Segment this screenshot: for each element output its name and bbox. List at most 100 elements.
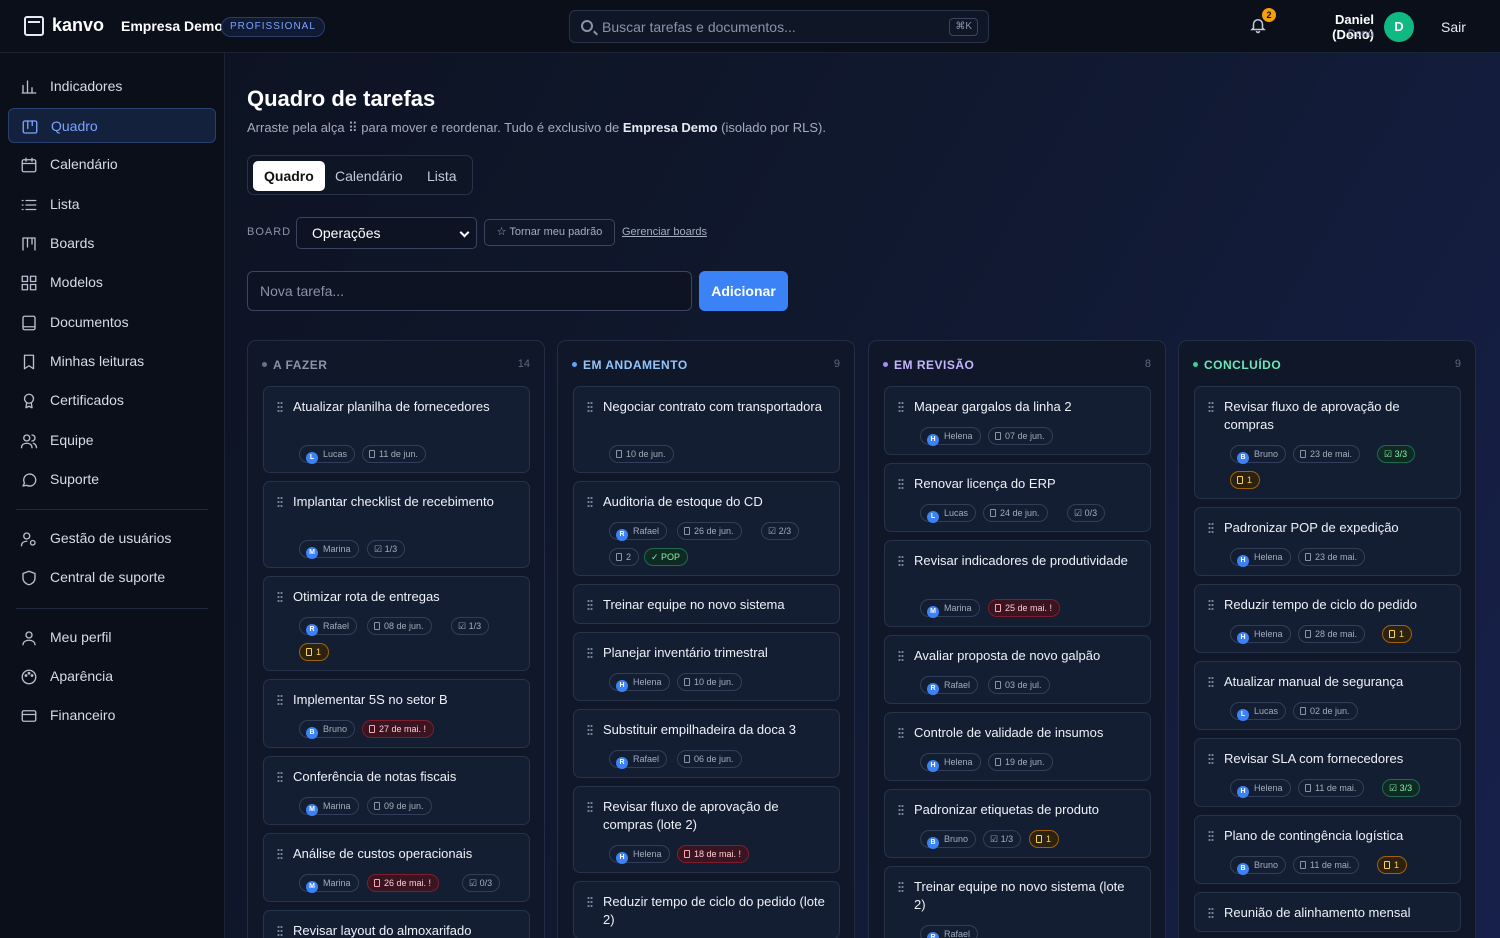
task-card[interactable]: Treinar equipe no novo sistema (573, 584, 840, 624)
task-chip-overdue: 25 de mai. ! (988, 599, 1061, 617)
task-card[interactable]: Substituir empilhadeira da doca 3 R Rafael… (573, 709, 840, 778)
task-card[interactable]: Implantar checklist de recebimento M Marin… (263, 481, 530, 568)
tab-board[interactable]: Quadro (253, 161, 325, 191)
task-card[interactable]: Padronizar POP de expedição H Helena 23 de … (1194, 507, 1461, 576)
sidebar-item-bar-chart[interactable]: Indicadores (8, 69, 216, 104)
manage-boards-link[interactable]: Gerenciar boards (622, 226, 707, 238)
drag-handle-icon[interactable] (898, 804, 904, 816)
board-select[interactable]: Operações (296, 217, 477, 249)
drag-handle-icon[interactable] (1208, 401, 1214, 413)
sidebar-item-credit-card[interactable]: Financeiro (8, 698, 216, 733)
task-card[interactable]: Controle de validade de insumos H Helena 19… (884, 712, 1151, 781)
logout-button[interactable]: Sair (1441, 19, 1466, 35)
sidebar-item-calendar[interactable]: Calendário (8, 147, 216, 182)
drag-handle-icon[interactable] (898, 727, 904, 739)
search-box[interactable]: ⌘K (569, 10, 989, 43)
drag-handle-icon[interactable] (1208, 830, 1214, 842)
sidebar-item-kanban[interactable]: Quadro (8, 108, 216, 143)
task-card[interactable]: Revisar indicadores de produtividade M Mar… (884, 540, 1151, 627)
sidebar-item-user[interactable]: Meu perfil (8, 620, 216, 655)
sidebar-item-award[interactable]: Certificados (8, 383, 216, 418)
task-chip-user: H Helena (609, 673, 670, 692)
drag-handle-icon[interactable] (1208, 522, 1214, 534)
add-task-button[interactable]: Adicionar (699, 271, 788, 311)
drag-handle-icon[interactable] (277, 496, 283, 508)
task-card[interactable]: Revisar layout do almoxarifado06 de jun. (263, 910, 530, 938)
organization-name[interactable]: Empresa Demo (121, 18, 223, 34)
task-card[interactable]: Reunião de alinhamento mensal (1194, 892, 1461, 932)
drag-handle-icon[interactable] (898, 478, 904, 490)
task-card[interactable]: Padronizar etiquetas de produto B Bruno ☑ 1… (884, 789, 1151, 858)
task-card[interactable]: Conferência de notas fiscais M Marina 09 de… (263, 756, 530, 825)
sidebar-item-label: Equipe (50, 432, 94, 448)
drag-handle-icon[interactable] (587, 496, 593, 508)
drag-handle-icon[interactable] (587, 896, 593, 908)
drag-handle-icon[interactable] (587, 647, 593, 659)
drag-handle-icon[interactable] (277, 591, 283, 603)
new-task-input[interactable] (247, 271, 692, 311)
drag-handle-icon[interactable] (587, 724, 593, 736)
task-card[interactable]: Reduzir tempo de ciclo do pedido H Helena 2… (1194, 584, 1461, 653)
user-icon (20, 629, 38, 647)
user-settings-icon (20, 530, 38, 548)
sidebar-item-list[interactable]: Lista (8, 187, 216, 222)
task-card[interactable]: Implementar 5S no setor B B Bruno 27 de mai… (263, 679, 530, 748)
drag-handle-icon[interactable] (898, 401, 904, 413)
task-card[interactable]: Renovar licença do ERP L Lucas 24 de jun. ☑ … (884, 463, 1151, 532)
drag-handle-icon[interactable] (1208, 599, 1214, 611)
chip-text: 11 de jun. (379, 449, 418, 459)
drag-handle-icon[interactable] (587, 801, 593, 813)
sidebar-item-chat[interactable]: Suporte (8, 462, 216, 497)
drag-handle-icon[interactable] (277, 401, 283, 413)
drag-handle-icon[interactable] (898, 650, 904, 662)
task-card[interactable]: Revisar SLA com fornecedores H Helena 11 de… (1194, 738, 1461, 807)
task-card[interactable]: Reduzir tempo de ciclo do pedido (lote 2… (573, 881, 840, 938)
sidebar-item-columns[interactable]: Boards (8, 226, 216, 261)
task-card[interactable]: Treinar equipe no novo sistema (lote 2) R… (884, 866, 1151, 938)
sidebar-item-grid[interactable]: Modelos (8, 265, 216, 300)
drag-handle-icon[interactable] (277, 848, 283, 860)
drag-handle-icon[interactable] (1208, 907, 1214, 919)
sidebar-item-label: Gestão de usuários (50, 530, 172, 546)
drag-handle-icon[interactable] (277, 694, 283, 706)
drag-handle-icon[interactable] (587, 401, 593, 413)
task-chip-user: L Lucas (299, 445, 356, 464)
task-card[interactable]: Mapear gargalos da linha 2 H Helena 07 de j… (884, 386, 1151, 455)
task-card[interactable]: Revisar fluxo de aprovação de compras B Br… (1194, 386, 1461, 499)
sidebar-item-user-settings[interactable]: Gestão de usuários (8, 521, 216, 556)
sidebar-item-bookmark[interactable]: Minhas leituras (8, 344, 216, 379)
drag-handle-icon[interactable] (587, 599, 593, 611)
sidebar-item-palette[interactable]: Aparência (8, 659, 216, 694)
tab-list[interactable]: Lista (416, 161, 468, 191)
drag-handle-icon[interactable] (898, 881, 904, 893)
avatar[interactable]: D (1384, 12, 1414, 42)
checklist-icon: ☑ (458, 621, 469, 631)
chip-text: Helena (633, 677, 662, 687)
sidebar-item-document[interactable]: Documentos (8, 305, 216, 340)
drag-handle-icon[interactable] (277, 771, 283, 783)
tab-calendar[interactable]: Calendário (324, 161, 414, 191)
drag-handle-icon[interactable] (277, 925, 283, 937)
sidebar-item-shield[interactable]: Central de suporte (8, 560, 216, 595)
task-card[interactable]: Análise de custos operacionais M Marina 26 … (263, 833, 530, 902)
task-card[interactable]: Planejar inventário trimestral H Helena 10 … (573, 632, 840, 701)
task-card[interactable]: Atualizar manual de segurança L Lucas 02 de… (1194, 661, 1461, 730)
drag-handle-icon[interactable] (1208, 753, 1214, 765)
task-card[interactable]: Revisar fluxo de aprovação de compras (l… (573, 786, 840, 873)
task-chip-pop: ✓ POP (644, 548, 689, 566)
drag-handle-icon[interactable] (1208, 676, 1214, 688)
make-default-button[interactable]: ☆ Tornar meu padrão (484, 219, 615, 246)
calendar-icon (616, 450, 622, 458)
bar-chart-icon (20, 78, 38, 96)
task-card[interactable]: Otimizar rota de entregas R Rafael 08 de ju… (263, 576, 530, 671)
task-card[interactable]: Negociar contrato com transportadora 10 d… (573, 386, 840, 473)
task-card[interactable]: Avaliar proposta de novo galpão R Rafael 03… (884, 635, 1151, 704)
search-input[interactable] (602, 11, 942, 42)
sidebar-item-users[interactable]: Equipe (8, 423, 216, 458)
task-title: Conferência de notas fiscais (293, 769, 457, 784)
task-chip-overdue: 26 de mai. ! (367, 874, 440, 892)
task-card[interactable]: Atualizar planilha de fornecedores L Lucas… (263, 386, 530, 473)
drag-handle-icon[interactable] (898, 555, 904, 567)
task-card[interactable]: Auditoria de estoque do CD R Rafael 26 de j… (573, 481, 840, 576)
task-card[interactable]: Plano de contingência logística B Bruno 11 … (1194, 815, 1461, 884)
